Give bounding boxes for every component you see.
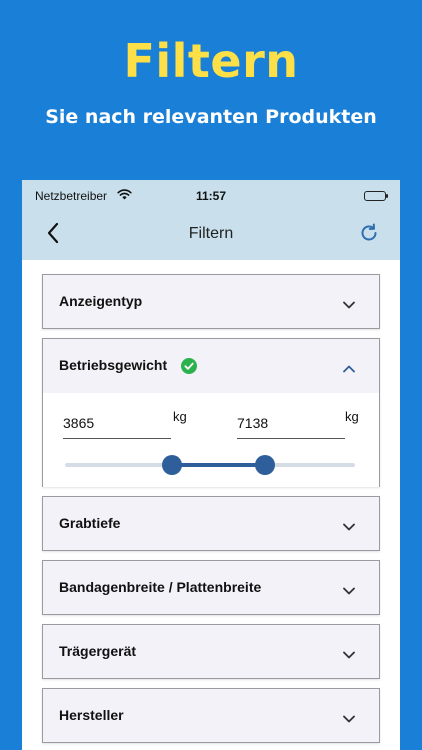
chevron-down-icon — [343, 296, 355, 314]
chevron-down-icon — [343, 518, 355, 536]
max-weight-unit: kg — [345, 409, 359, 424]
weight-range-slider[interactable] — [65, 455, 355, 475]
filter-section-hersteller: Hersteller — [42, 688, 380, 743]
phone-screen: Netzbetreiber 11:57 Filtern Anzeigentyp … — [22, 180, 400, 750]
filter-label: Anzeigentyp — [59, 293, 143, 309]
filter-section-anzeigentyp: Anzeigentyp — [42, 274, 380, 329]
filter-section-traegergeraet: Trägergerät — [42, 624, 380, 679]
promo-title: Filtern — [123, 34, 299, 88]
min-weight-input[interactable] — [63, 407, 171, 439]
promo-subtitle: Sie nach relevanten Produkten — [45, 106, 377, 128]
refresh-icon[interactable] — [358, 222, 380, 249]
filter-list: Anzeigentyp Betriebsgewicht 3865 kg 7138… — [22, 260, 400, 750]
chevron-down-icon — [343, 710, 355, 728]
nav-bar: Filtern — [22, 208, 400, 260]
page-title: Filtern — [188, 225, 234, 242]
slider-thumb-min[interactable] — [162, 455, 183, 475]
filter-section-grabtiefe: Grabtiefe — [42, 496, 380, 551]
filter-header-anzeigentyp[interactable]: Anzeigentyp — [43, 275, 379, 329]
filter-header-grabtiefe[interactable]: Grabtiefe — [43, 497, 379, 551]
filter-label: Hersteller — [59, 707, 124, 723]
filter-header-bandagenbreite[interactable]: Bandagenbreite / Plattenbreite — [43, 561, 379, 615]
weight-range-panel: kg kg — [43, 393, 379, 487]
slider-selected-range — [172, 463, 266, 467]
battery-icon — [364, 191, 388, 201]
status-bar: Netzbetreiber 11:57 — [22, 180, 400, 208]
filter-label: Grabtiefe — [59, 515, 121, 531]
slider-thumb-max[interactable] — [255, 455, 276, 475]
chevron-up-icon — [343, 360, 355, 378]
chevron-down-icon — [343, 646, 355, 664]
filter-label: Bandagenbreite / Plattenbreite — [59, 579, 262, 595]
max-weight-input[interactable] — [237, 407, 345, 439]
filter-section-betriebsgewicht: Betriebsgewicht kg kg — [42, 338, 380, 487]
filter-label: Betriebsgewicht — [59, 357, 168, 373]
chevron-down-icon — [343, 582, 355, 600]
status-time: 11:57 — [195, 189, 227, 203]
min-weight-unit: kg — [173, 409, 187, 424]
filter-label: Trägergerät — [59, 643, 137, 659]
filter-section-bandagenbreite: Bandagenbreite / Plattenbreite — [42, 560, 380, 615]
filter-header-hersteller[interactable]: Hersteller — [43, 689, 379, 743]
filter-header-betriebsgewicht[interactable]: Betriebsgewicht — [43, 339, 379, 393]
filter-header-traegergeraet[interactable]: Trägergerät — [43, 625, 379, 679]
check-circle-icon — [181, 358, 197, 379]
